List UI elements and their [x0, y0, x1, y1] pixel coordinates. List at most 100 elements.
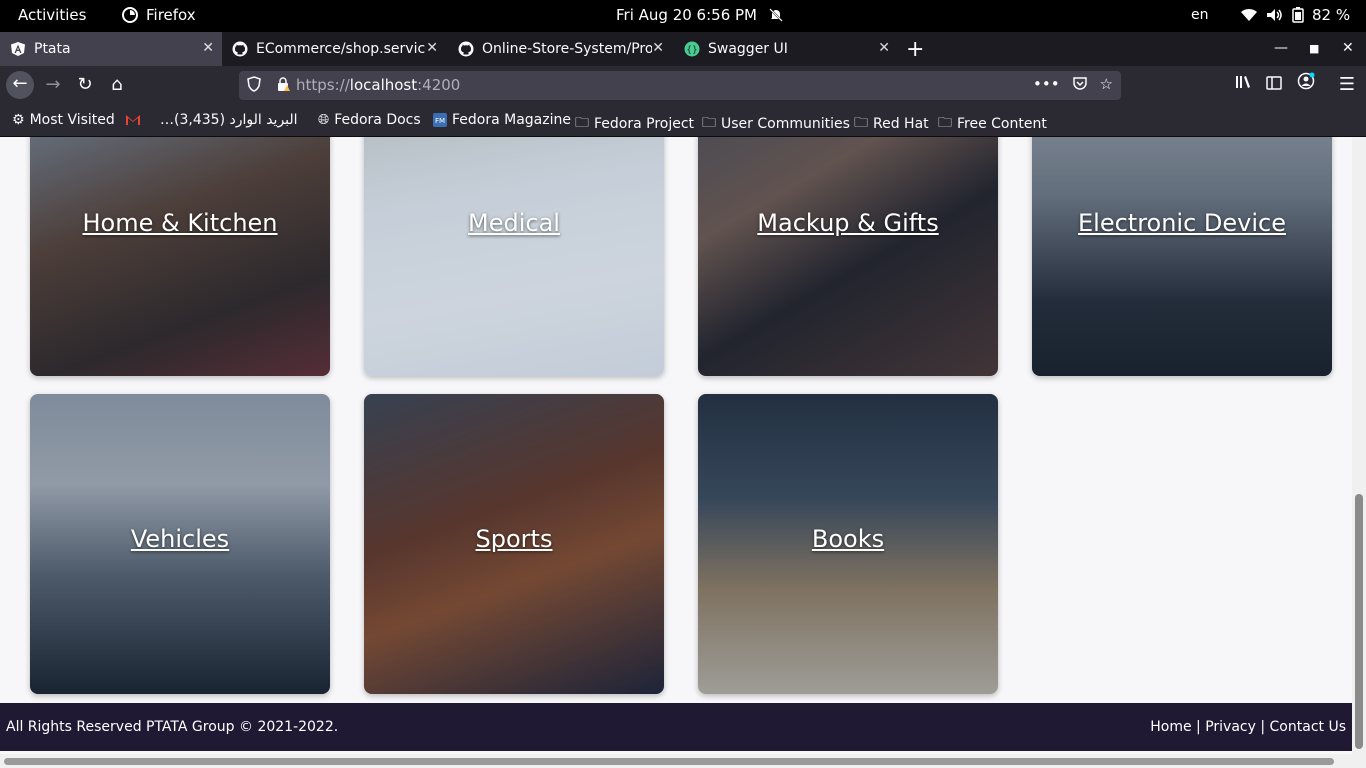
clock[interactable]: Fri Aug 20 6:56 PM — [616, 6, 757, 24]
category-card-makeup-gifts[interactable]: Mackup & Gifts — [698, 137, 998, 376]
svg-text:{}: {} — [686, 46, 697, 56]
close-tab-icon[interactable]: ✕ — [426, 40, 438, 56]
sidebar-icon[interactable] — [1261, 72, 1287, 98]
close-window-icon[interactable]: ✕ — [1342, 40, 1354, 56]
category-card-books[interactable]: Books — [698, 394, 998, 694]
back-icon[interactable]: ← — [6, 71, 34, 99]
tab-github-ecommerce[interactable]: ECommerce/shop.service ✕ — [222, 32, 446, 66]
bookmark-fedora-magazine[interactable]: FM Fedora Magazine — [433, 112, 571, 128]
bookmark-label: Fedora Magazine — [452, 112, 571, 128]
github-icon — [458, 41, 474, 57]
category-link[interactable]: Electronic Device — [1032, 209, 1332, 237]
vertical-scrollbar-thumb[interactable] — [1355, 494, 1363, 749]
home-icon[interactable]: ⌂ — [104, 72, 130, 98]
bookmark-label: …البريد الوارد (3,435) — [160, 112, 298, 128]
tab-title: Ptata — [34, 41, 71, 57]
url-text[interactable]: https://localhost:4200 — [296, 76, 460, 94]
footer-link-contact[interactable]: Contact Us — [1270, 719, 1346, 735]
footer-separator: | — [1191, 719, 1206, 735]
category-card-vehicles[interactable]: Vehicles — [30, 394, 330, 694]
horizontal-scrollbar[interactable] — [0, 754, 1352, 768]
tab-title: Online-Store-System/Pro — [482, 41, 652, 57]
page-content: Home & Kitchen Medical Mackup & Gifts El… — [0, 137, 1352, 768]
footer-separator: | — [1255, 719, 1270, 735]
system-tray[interactable]: 82 % — [1240, 6, 1350, 24]
bookmark-label: User Communities — [721, 116, 850, 132]
globe-icon: 🌐︎ — [318, 112, 330, 128]
bookmark-label: Fedora Project — [594, 116, 695, 132]
pocket-icon[interactable] — [1072, 75, 1088, 95]
bookmark-gmail[interactable]: …البريد الوارد (3,435) — [125, 112, 298, 128]
gmail-icon — [126, 115, 140, 125]
copyright-text: All Rights Reserved PTATA Group © 2021-2… — [6, 719, 339, 735]
vertical-scrollbar[interactable] — [1352, 137, 1366, 768]
activities-button[interactable]: Activities — [18, 6, 86, 24]
tab-swagger[interactable]: {} Swagger UI ✕ — [674, 32, 898, 66]
library-icon[interactable] — [1230, 72, 1256, 98]
close-tab-icon[interactable]: ✕ — [652, 40, 664, 56]
category-link[interactable]: Vehicles — [30, 525, 330, 553]
minimize-icon[interactable]: — — [1274, 40, 1288, 56]
close-tab-icon[interactable]: ✕ — [878, 40, 890, 56]
folder-icon: 🗀 — [938, 115, 952, 131]
angular-icon — [11, 42, 25, 56]
bookmark-star-icon[interactable]: ☆ — [1100, 75, 1113, 95]
account-icon[interactable] — [1293, 72, 1319, 98]
svg-text:FM: FM — [435, 117, 445, 125]
bookmark-label: Most Visited — [29, 112, 115, 128]
battery-icon — [1292, 7, 1304, 23]
new-tab-icon[interactable]: + — [906, 37, 924, 62]
close-tab-icon[interactable]: ✕ — [202, 40, 214, 56]
bookmark-user-communities[interactable]: 🗀 User Communities — [702, 112, 850, 136]
category-link[interactable]: Mackup & Gifts — [698, 209, 998, 237]
footer-link-privacy[interactable]: Privacy — [1205, 719, 1256, 735]
app-menu[interactable]: Firefox — [122, 6, 196, 24]
reload-icon[interactable]: ↻ — [72, 72, 98, 98]
bookmark-fedora-project[interactable]: 🗀 Fedora Project — [575, 112, 694, 136]
bookmark-red-hat[interactable]: 🗀 Red Hat — [854, 112, 929, 136]
card-overlay — [1032, 137, 1332, 376]
category-card-home-kitchen[interactable]: Home & Kitchen — [30, 137, 330, 376]
system-top-bar: Activities Firefox Fri Aug 20 6:56 PM en… — [0, 0, 1366, 32]
url-actions: ••• ☆ — [1033, 75, 1113, 95]
url-host: localhost — [349, 76, 418, 94]
horizontal-scrollbar-thumb[interactable] — [4, 758, 1334, 765]
category-link[interactable]: Medical — [364, 209, 664, 237]
bookmark-most-visited[interactable]: ⚙ Most Visited — [12, 112, 115, 128]
wifi-icon — [1241, 8, 1257, 21]
category-card-electronic-device[interactable]: Electronic Device — [1032, 137, 1332, 376]
tab-ptata[interactable]: Ptata ✕ — [0, 32, 222, 66]
card-overlay — [30, 137, 330, 376]
app-name: Firefox — [146, 6, 196, 24]
folder-icon: 🗀 — [575, 115, 589, 131]
category-card-medical[interactable]: Medical — [364, 137, 664, 376]
keyboard-layout[interactable]: en — [1191, 7, 1209, 23]
url-bar[interactable]: https://localhost:4200 ••• ☆ — [239, 71, 1121, 100]
page-actions-icon[interactable]: ••• — [1033, 75, 1060, 95]
bookmark-fedora-docs[interactable]: 🌐︎ Fedora Docs — [318, 112, 421, 128]
bookmark-label: Fedora Docs — [334, 112, 421, 128]
footer-link-home[interactable]: Home — [1150, 719, 1191, 735]
forward-icon[interactable]: → — [40, 72, 66, 98]
tab-github-online-store[interactable]: Online-Store-System/Pro ✕ — [448, 32, 672, 66]
tab-title: Swagger UI — [708, 41, 788, 57]
url-scheme: https:// — [296, 76, 350, 94]
footer-links: Home | Privacy | Contact Us — [1150, 719, 1346, 735]
category-link[interactable]: Books — [698, 525, 998, 553]
category-link[interactable]: Home & Kitchen — [30, 209, 330, 237]
category-link[interactable]: Sports — [364, 525, 664, 553]
folder-icon: 🗀 — [702, 115, 716, 131]
menu-icon[interactable]: ☰ — [1334, 72, 1360, 98]
insecure-lock-icon[interactable] — [275, 76, 291, 96]
tracking-shield-icon[interactable] — [247, 76, 261, 96]
category-card-sports[interactable]: Sports — [364, 394, 664, 694]
maximize-icon[interactable]: ■ — [1309, 42, 1319, 55]
nav-toolbar: ← → ↻ ⌂ https://localhost:4200 ••• ☆ ☰ — [0, 66, 1366, 104]
firefox-icon — [122, 7, 138, 23]
bookmark-free-content[interactable]: 🗀 Free Content — [938, 112, 1047, 136]
github-icon — [232, 41, 248, 57]
bookmark-label: Red Hat — [873, 116, 929, 132]
bookmark-label: Free Content — [957, 116, 1047, 132]
bookmarks-toolbar: ⚙ Most Visited …البريد الوارد (3,435) 🌐︎… — [0, 104, 1366, 137]
fedora-magazine-icon: FM — [433, 113, 447, 127]
